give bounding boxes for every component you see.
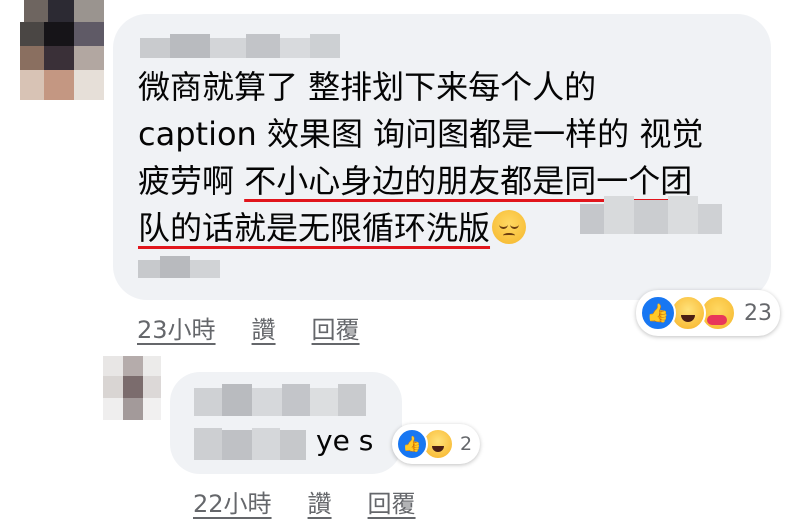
timestamp-link[interactable]: 22小時 (193, 484, 272, 519)
blurred-text (194, 428, 306, 460)
comment-line: caption 效果图 询问图都是一样的 视觉 (138, 115, 704, 153)
reaction-count: 2 (460, 433, 473, 455)
avatar[interactable] (103, 356, 161, 420)
relieved-face-emoji (492, 210, 527, 244)
blurred-text (580, 196, 722, 242)
comment-text: ye s (316, 424, 374, 457)
timestamp-link[interactable]: 23小時 (137, 310, 216, 345)
like-button[interactable]: 讚 (252, 310, 276, 345)
underlined-text: 不小心身边的朋友都是同一个团 (244, 162, 693, 200)
reply-button[interactable]: 回覆 (312, 310, 360, 345)
comment-actions: 22小時 讚 回覆 (193, 484, 416, 519)
like-icon: 👍 (396, 428, 428, 460)
blurred-text (138, 256, 222, 280)
comment-line: 疲劳啊 (138, 162, 245, 200)
reaction-count: 23 (744, 300, 772, 326)
avatar[interactable] (20, 0, 106, 104)
underlined-text: 队的话就是无限循环洗版 (138, 209, 491, 247)
author-name[interactable] (140, 32, 340, 62)
reactions-summary[interactable]: 👍 2 (392, 424, 481, 464)
reply-button[interactable]: 回覆 (368, 484, 416, 519)
comment-line: 微商就算了 整排划下来每个人的 (138, 68, 597, 106)
comment-actions: 23小時 讚 回覆 (137, 310, 360, 345)
like-icon: 👍 (640, 295, 676, 331)
author-name[interactable] (194, 380, 366, 424)
like-button[interactable]: 讚 (308, 484, 332, 519)
reactions-summary[interactable]: 👍 23 (636, 290, 780, 336)
